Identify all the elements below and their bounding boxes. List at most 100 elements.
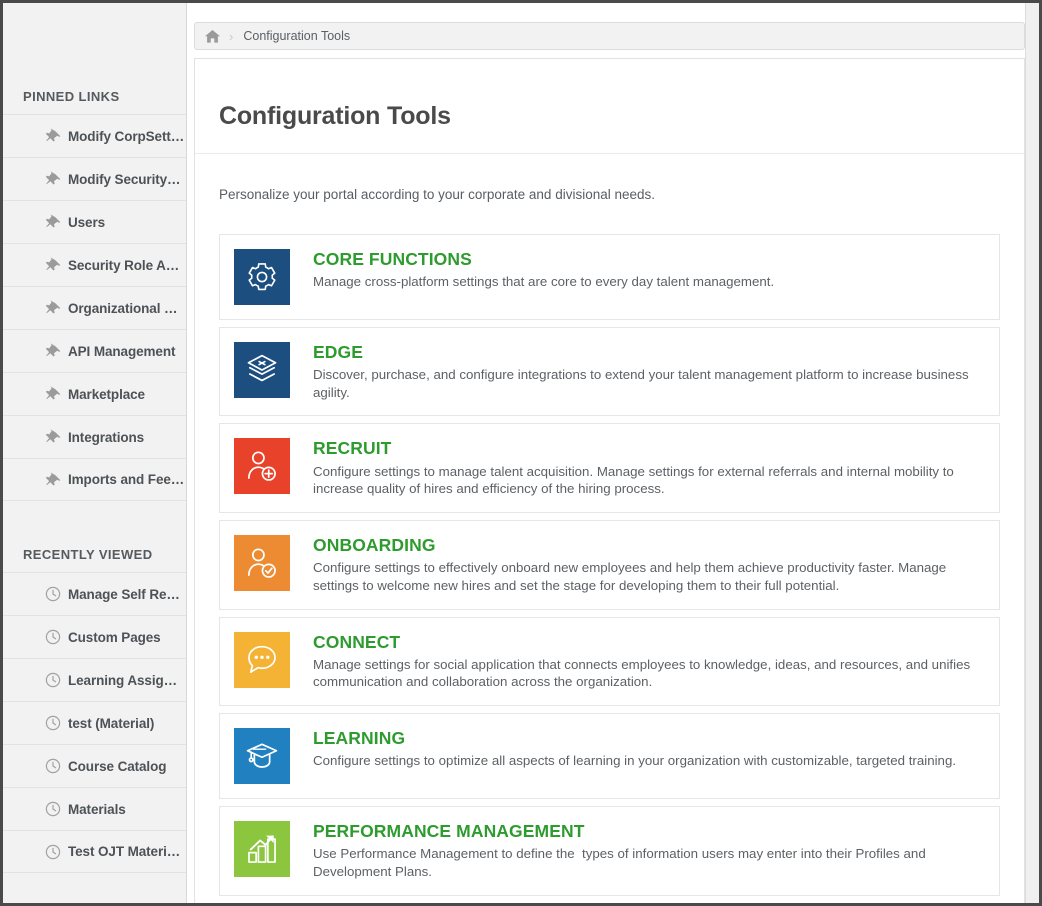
pin-icon: [45, 343, 61, 359]
sidebar-item[interactable]: Learning Assig…: [3, 658, 186, 701]
clock-icon: [45, 672, 61, 688]
sidebar-item-label: Users: [68, 214, 106, 230]
person-plus-icon: [234, 438, 290, 495]
clock-icon: [45, 715, 61, 731]
card-title[interactable]: PERFORMANCE MANAGEMENT: [313, 821, 985, 841]
clock-icon: [45, 801, 61, 817]
sidebar-item[interactable]: Course Catalog: [3, 744, 186, 787]
card-title[interactable]: CORE FUNCTIONS: [313, 249, 985, 269]
bar-chart-arrow-icon: [234, 821, 290, 878]
card-body: LEARNING Configure settings to optimize a…: [313, 728, 985, 784]
sidebar-item[interactable]: Test OJT Materi…: [3, 830, 186, 873]
sidebar-item-label: Security Role A…: [68, 257, 180, 273]
left-sidebar: PINNED LINKS Modify CorpSett… Modify Secu…: [3, 3, 187, 903]
card-description: Configure settings to optimize all aspec…: [313, 753, 957, 769]
sidebar-item-label: Integrations: [68, 429, 145, 445]
config-tool-card[interactable]: CONNECT Manage settings for social applic…: [219, 616, 1000, 707]
pin-icon: [45, 257, 61, 273]
card-body: CORE FUNCTIONS Manage cross-platform sett…: [313, 249, 985, 305]
sidebar-item[interactable]: Custom Pages: [3, 615, 186, 658]
card-body: ONBOARDING Configure settings to effectiv…: [313, 535, 985, 595]
config-tool-card[interactable]: LEARNING Configure settings to optimize a…: [219, 713, 1000, 800]
title-divider: [195, 152, 1024, 154]
sidebar-item-label: Custom Pages: [68, 629, 161, 645]
pin-icon: [45, 128, 61, 144]
breadcrumb-current-item: Configuration Tools: [243, 29, 351, 43]
sidebar-item-label: Organizational …: [68, 300, 178, 316]
card-description: Use Performance Management to define the…: [313, 846, 930, 880]
recently-viewed-list: Manage Self Re… Custom Pages Learning Assi…: [3, 572, 186, 873]
configuration-tools-card-list: CORE FUNCTIONS Manage cross-platform sett…: [195, 216, 1024, 903]
clock-icon: [45, 758, 61, 774]
sidebar-item-label: Course Catalog: [68, 758, 167, 774]
pin-icon: [45, 171, 61, 187]
sidebar-item-label: Marketplace: [68, 386, 145, 402]
card-title[interactable]: RECRUIT: [313, 439, 985, 459]
config-tool-card[interactable]: ONBOARDING Configure settings to effectiv…: [219, 519, 1000, 610]
sidebar-item-label: Test OJT Materi…: [68, 844, 181, 859]
card-body: RECRUIT Configure settings to manage tale…: [313, 438, 985, 498]
sidebar-item[interactable]: Imports and Fee…: [3, 458, 186, 501]
sidebar-item[interactable]: Security Role A…: [3, 243, 186, 286]
intro-description: Personalize your portal according to you…: [219, 187, 656, 203]
clock-icon: [45, 844, 61, 860]
sidebar-item[interactable]: Modify Security…: [3, 157, 186, 200]
sidebar-item[interactable]: Materials: [3, 787, 186, 830]
sidebar-item-label: Imports and Fee…: [68, 472, 185, 487]
card-body: PERFORMANCE MANAGEMENT Use Performance Ma…: [313, 821, 985, 881]
card-body: EDGE Discover, purchase, and configure in…: [313, 342, 985, 402]
recently-viewed-section: RECENTLY VIEWED Manage Self Re… Custom Pa…: [3, 501, 186, 873]
clock-icon: [45, 586, 61, 602]
config-tool-card[interactable]: RECRUIT Configure settings to manage tale…: [219, 423, 1000, 513]
config-tool-card[interactable]: PERFORMANCE MANAGEMENT Use Performance Ma…: [219, 806, 1000, 896]
right-gutter: [1025, 3, 1039, 903]
layers-icon: [234, 341, 290, 398]
person-check-icon: [234, 534, 290, 591]
recently-viewed-heading: RECENTLY VIEWED: [23, 547, 153, 562]
pin-icon: [45, 429, 61, 445]
graduation-cap-icon: [234, 728, 290, 785]
sidebar-item-label: Learning Assig…: [68, 672, 178, 688]
card-title[interactable]: CONNECT: [313, 632, 985, 652]
breadcrumb: › Configuration Tools: [194, 22, 1025, 50]
sidebar-item-label: Materials: [68, 801, 126, 817]
pin-icon: [45, 471, 61, 488]
pin-icon: [45, 300, 61, 316]
card-description: Manage cross-platform settings that are …: [313, 274, 775, 289]
card-description: Manage settings for social application t…: [313, 656, 974, 690]
card-description: Configure settings to effectively onboar…: [313, 560, 950, 593]
card-title[interactable]: LEARNING: [313, 728, 985, 748]
sidebar-item[interactable]: Organizational …: [3, 286, 186, 329]
config-tool-card[interactable]: CORE FUNCTIONS Manage cross-platform sett…: [219, 233, 1000, 320]
pinned-links-list: Modify CorpSett… Modify Security… Users Sec…: [3, 114, 186, 501]
sidebar-item-label: Manage Self Re…: [68, 586, 180, 602]
card-title[interactable]: EDGE: [313, 342, 985, 362]
content-panel: Configuration Tools Personalize your por…: [194, 58, 1025, 903]
sidebar-item-label: test (Material): [68, 715, 155, 731]
sidebar-item[interactable]: API Management: [3, 329, 186, 372]
breadcrumb-separator-icon: ›: [229, 28, 234, 44]
sidebar-item[interactable]: Users: [3, 200, 186, 243]
sidebar-item[interactable]: Marketplace: [3, 372, 186, 415]
speech-bubble-icon: [234, 631, 290, 688]
pin-icon: [45, 214, 61, 230]
card-description: Discover, purchase, and configure integr…: [313, 367, 973, 400]
pinned-links-section: PINNED LINKS Modify CorpSett… Modify Secu…: [3, 3, 186, 501]
sidebar-item[interactable]: Manage Self Re…: [3, 572, 186, 615]
card-title[interactable]: ONBOARDING: [313, 535, 985, 555]
sidebar-item[interactable]: Modify CorpSett…: [3, 114, 186, 157]
app-window: PINNED LINKS Modify CorpSett… Modify Secu…: [0, 0, 1042, 906]
page-title: Configuration Tools: [219, 101, 451, 130]
sidebar-item-label: Modify CorpSett…: [68, 128, 185, 144]
sidebar-item-label: Modify Security…: [68, 171, 181, 187]
main-content-area: › Configuration Tools Configuration Tool…: [188, 3, 1029, 903]
sidebar-item-label: API Management: [68, 343, 176, 359]
config-tool-card[interactable]: EDGE Discover, purchase, and configure in…: [219, 326, 1000, 417]
clock-icon: [45, 629, 61, 645]
pinned-links-heading: PINNED LINKS: [23, 89, 120, 104]
pin-icon: [45, 386, 61, 402]
sidebar-item[interactable]: test (Material): [3, 701, 186, 744]
card-description: Configure settings to manage talent acqu…: [313, 463, 958, 497]
sidebar-item[interactable]: Integrations: [3, 415, 186, 458]
home-icon[interactable]: [195, 29, 229, 44]
